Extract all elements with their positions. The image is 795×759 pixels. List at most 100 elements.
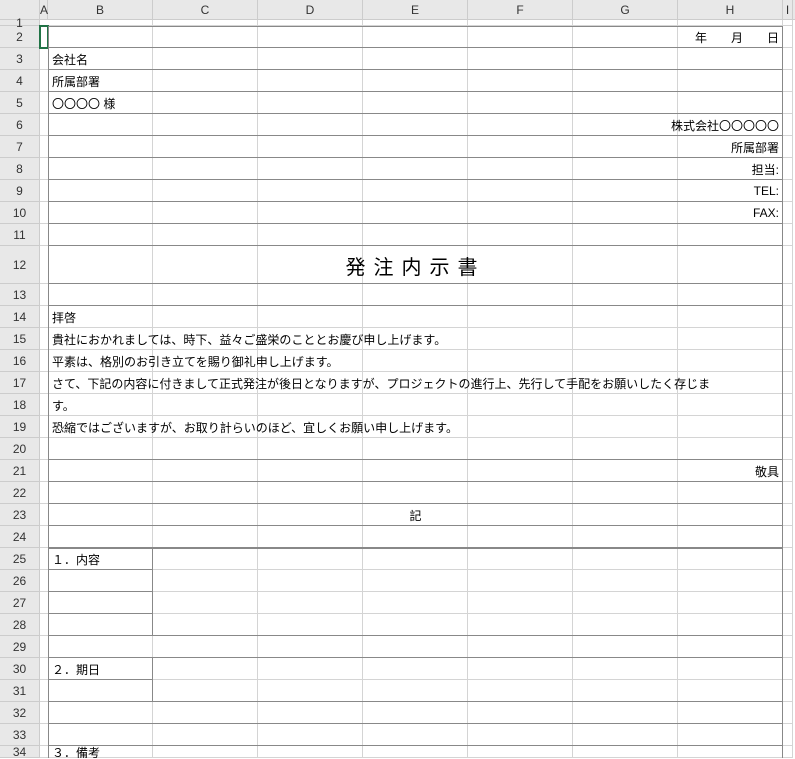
cell-H23[interactable] bbox=[678, 504, 783, 526]
cell-I15[interactable] bbox=[783, 328, 793, 350]
cell-D23[interactable] bbox=[258, 504, 363, 526]
cell-F25[interactable] bbox=[468, 548, 573, 570]
cell-I32[interactable] bbox=[783, 702, 793, 724]
row-header-21[interactable]: 21 bbox=[0, 460, 40, 482]
cell-H19[interactable] bbox=[678, 416, 783, 438]
cell-E12[interactable] bbox=[363, 246, 468, 284]
cell-C15[interactable] bbox=[153, 328, 258, 350]
cell-B8[interactable] bbox=[48, 158, 153, 180]
cell-E15[interactable] bbox=[363, 328, 468, 350]
cell-B4[interactable] bbox=[48, 70, 153, 92]
cell-H24[interactable] bbox=[678, 526, 783, 548]
cell-I18[interactable] bbox=[783, 394, 793, 416]
cell-F24[interactable] bbox=[468, 526, 573, 548]
row-header-32[interactable]: 32 bbox=[0, 702, 40, 724]
cell-F13[interactable] bbox=[468, 284, 573, 306]
row-header-30[interactable]: 30 bbox=[0, 658, 40, 680]
cell-D14[interactable] bbox=[258, 306, 363, 328]
row-header-34[interactable]: 34 bbox=[0, 746, 40, 758]
cell-C23[interactable] bbox=[153, 504, 258, 526]
cell-E28[interactable] bbox=[363, 614, 468, 636]
cell-I14[interactable] bbox=[783, 306, 793, 328]
cell-H10[interactable] bbox=[678, 202, 783, 224]
cell-C9[interactable] bbox=[153, 180, 258, 202]
cell-I30[interactable] bbox=[783, 658, 793, 680]
cell-C34[interactable] bbox=[153, 746, 258, 758]
cell-I6[interactable] bbox=[783, 114, 793, 136]
cell-F19[interactable] bbox=[468, 416, 573, 438]
cell-G11[interactable] bbox=[573, 224, 678, 246]
cell-C30[interactable] bbox=[153, 658, 258, 680]
cell-G32[interactable] bbox=[573, 702, 678, 724]
cell-I19[interactable] bbox=[783, 416, 793, 438]
cell-H33[interactable] bbox=[678, 724, 783, 746]
cell-D28[interactable] bbox=[258, 614, 363, 636]
cell-I2[interactable] bbox=[783, 26, 793, 48]
cell-B19[interactable] bbox=[48, 416, 153, 438]
cell-H34[interactable] bbox=[678, 746, 783, 758]
cell-E5[interactable] bbox=[363, 92, 468, 114]
cell-I34[interactable] bbox=[783, 746, 793, 758]
cell-F22[interactable] bbox=[468, 482, 573, 504]
cell-I8[interactable] bbox=[783, 158, 793, 180]
cell-D5[interactable] bbox=[258, 92, 363, 114]
cell-G6[interactable] bbox=[573, 114, 678, 136]
col-header-A[interactable]: A bbox=[40, 0, 48, 19]
cell-F15[interactable] bbox=[468, 328, 573, 350]
cell-D34[interactable] bbox=[258, 746, 363, 758]
cell-H27[interactable] bbox=[678, 592, 783, 614]
cell-F21[interactable] bbox=[468, 460, 573, 482]
cell-G25[interactable] bbox=[573, 548, 678, 570]
cell-C19[interactable] bbox=[153, 416, 258, 438]
cell-E3[interactable] bbox=[363, 48, 468, 70]
cell-G26[interactable] bbox=[573, 570, 678, 592]
cell-C22[interactable] bbox=[153, 482, 258, 504]
cell-E27[interactable] bbox=[363, 592, 468, 614]
cell-B11[interactable] bbox=[48, 224, 153, 246]
row-header-27[interactable]: 27 bbox=[0, 592, 40, 614]
cell-H6[interactable] bbox=[678, 114, 783, 136]
cell-E17[interactable] bbox=[363, 372, 468, 394]
cell-D7[interactable] bbox=[258, 136, 363, 158]
row-header-31[interactable]: 31 bbox=[0, 680, 40, 702]
cell-D21[interactable] bbox=[258, 460, 363, 482]
cell-I16[interactable] bbox=[783, 350, 793, 372]
cell-B31[interactable] bbox=[48, 680, 153, 702]
cell-D6[interactable] bbox=[258, 114, 363, 136]
cell-H30[interactable] bbox=[678, 658, 783, 680]
cell-E25[interactable] bbox=[363, 548, 468, 570]
cell-I24[interactable] bbox=[783, 526, 793, 548]
cell-I22[interactable] bbox=[783, 482, 793, 504]
cell-I4[interactable] bbox=[783, 70, 793, 92]
cell-F6[interactable] bbox=[468, 114, 573, 136]
cell-H4[interactable] bbox=[678, 70, 783, 92]
cell-B28[interactable] bbox=[48, 614, 153, 636]
cell-G19[interactable] bbox=[573, 416, 678, 438]
cell-I25[interactable] bbox=[783, 548, 793, 570]
cell-I20[interactable] bbox=[783, 438, 793, 460]
cell-G4[interactable] bbox=[573, 70, 678, 92]
cell-F4[interactable] bbox=[468, 70, 573, 92]
cell-B15[interactable] bbox=[48, 328, 153, 350]
row-header-6[interactable]: 6 bbox=[0, 114, 40, 136]
cell-I10[interactable] bbox=[783, 202, 793, 224]
cell-C7[interactable] bbox=[153, 136, 258, 158]
cell-C6[interactable] bbox=[153, 114, 258, 136]
cell-C5[interactable] bbox=[153, 92, 258, 114]
cell-I27[interactable] bbox=[783, 592, 793, 614]
cell-I17[interactable] bbox=[783, 372, 793, 394]
cell-D30[interactable] bbox=[258, 658, 363, 680]
row-header-24[interactable]: 24 bbox=[0, 526, 40, 548]
cell-H32[interactable] bbox=[678, 702, 783, 724]
cell-F18[interactable] bbox=[468, 394, 573, 416]
cell-G31[interactable] bbox=[573, 680, 678, 702]
col-header-I[interactable]: I bbox=[783, 0, 793, 19]
cell-D16[interactable] bbox=[258, 350, 363, 372]
cell-I31[interactable] bbox=[783, 680, 793, 702]
cell-E33[interactable] bbox=[363, 724, 468, 746]
cell-C31[interactable] bbox=[153, 680, 258, 702]
row-header-4[interactable]: 4 bbox=[0, 70, 40, 92]
cell-B33[interactable] bbox=[48, 724, 153, 746]
cell-E32[interactable] bbox=[363, 702, 468, 724]
cell-B30[interactable] bbox=[48, 658, 153, 680]
